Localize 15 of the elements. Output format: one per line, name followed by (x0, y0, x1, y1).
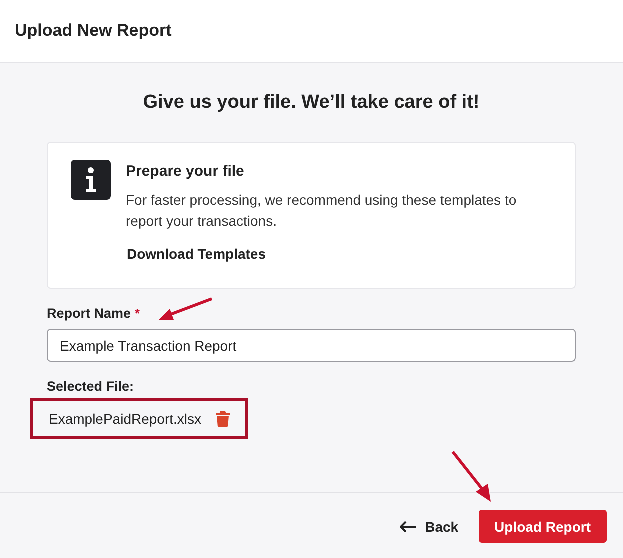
required-mark: * (135, 306, 140, 321)
trash-icon[interactable] (216, 410, 230, 426)
card-description: For faster processing, we recommend using these templates to report your transactions. (126, 191, 518, 231)
upload-report-button[interactable]: Upload Report (478, 510, 607, 543)
arrow-left-icon (400, 520, 416, 532)
file-name: ExamplePaidReport.xlsx (49, 410, 202, 426)
heading: Give us your file. We’ll take care of it! (142, 92, 481, 114)
back-button[interactable]: Back (400, 518, 459, 534)
card-title: Prepare your file (126, 163, 244, 180)
report-name-field[interactable]: Example Transaction Report (47, 329, 576, 362)
download-templates-link[interactable]: Download Templates (127, 246, 266, 262)
dialog-title: Upload New Report (15, 21, 172, 41)
field-label: Selected File: (47, 379, 134, 394)
field-label: Report Name (47, 306, 132, 321)
info-icon (71, 160, 111, 200)
